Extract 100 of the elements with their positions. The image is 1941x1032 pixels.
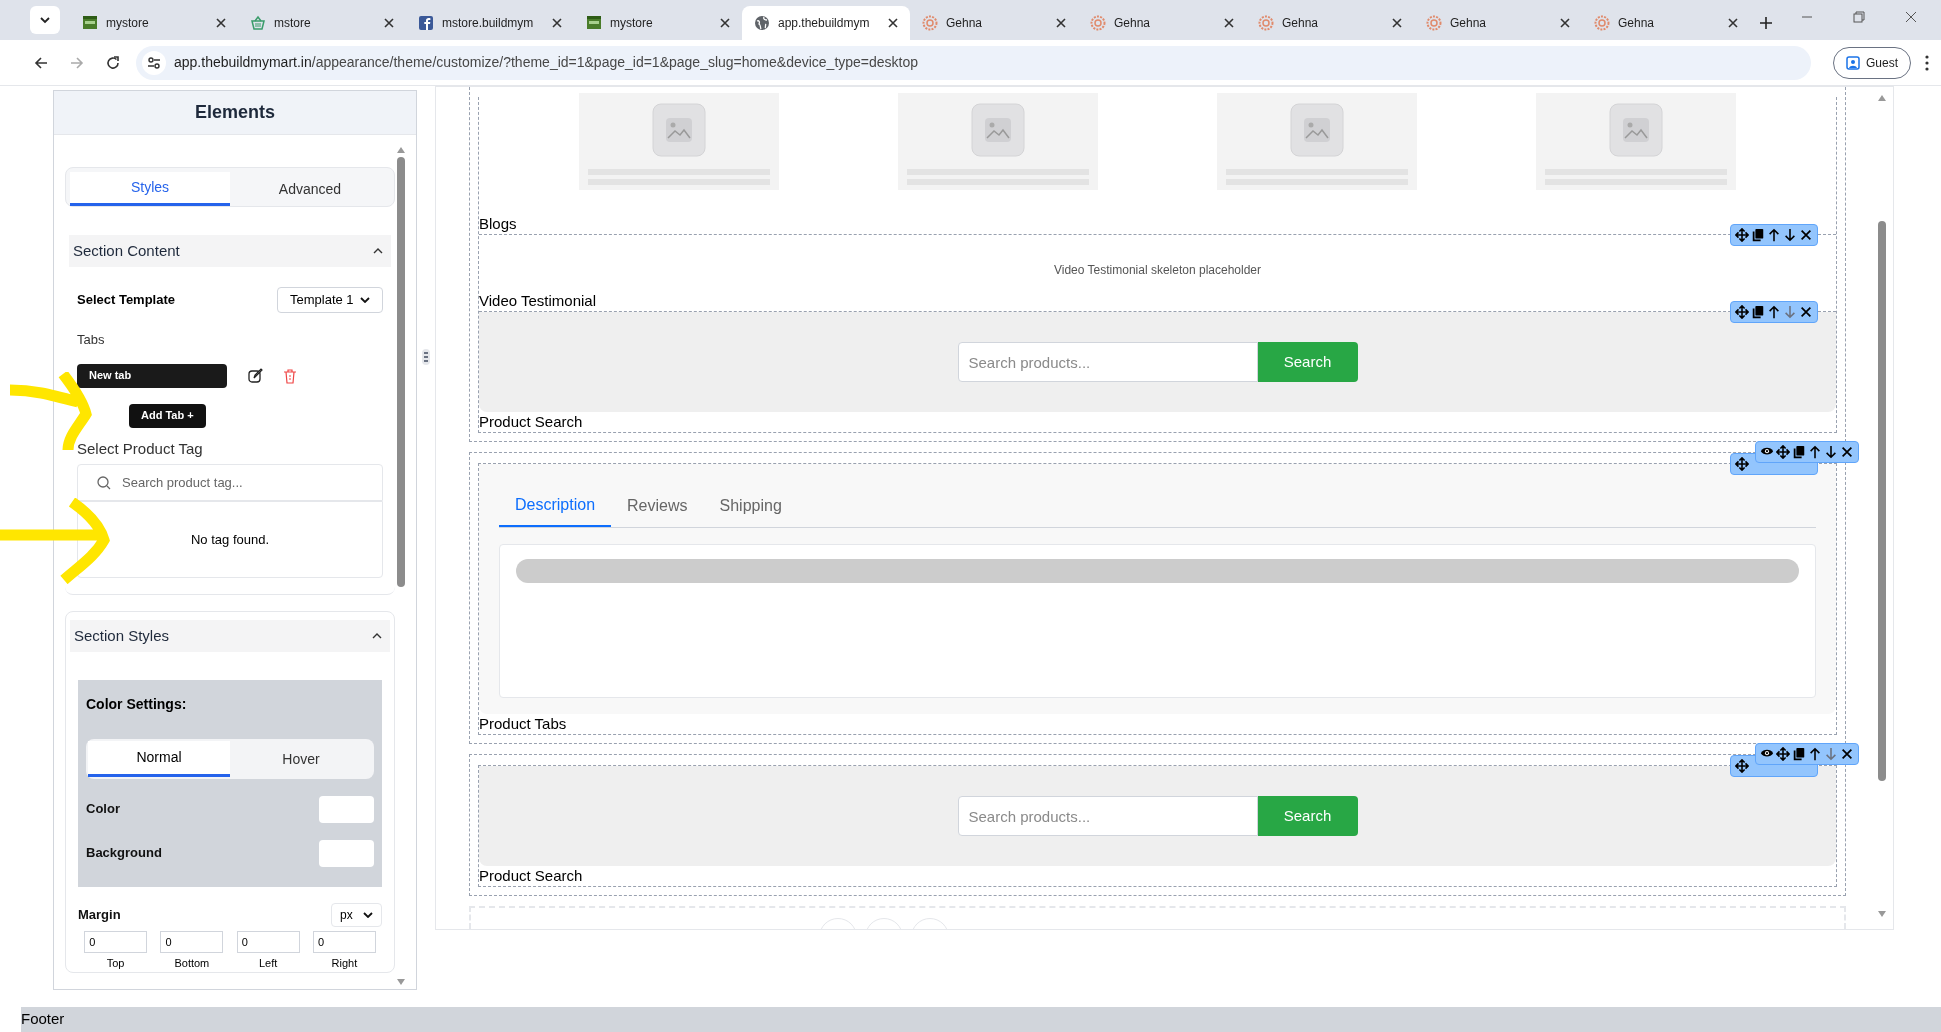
arrow-up-icon[interactable] [1808,445,1822,459]
field-label: Tabs [76,331,106,349]
color-swatch[interactable] [319,839,374,867]
close-icon[interactable] [1728,18,1738,28]
store-icon [82,15,98,31]
close-icon[interactable] [1799,228,1813,242]
sunburst-icon [1426,15,1442,31]
close-icon[interactable] [1392,18,1402,28]
close-icon[interactable] [1840,445,1854,459]
search-field[interactable]: Search product tag... [77,464,383,501]
image-icon [970,103,1025,157]
search-field[interactable]: Search products... [957,796,1258,836]
unit-select[interactable]: px [331,903,382,927]
template-select[interactable]: Template 1 [277,287,383,313]
move-icon[interactable] [1776,747,1790,761]
resize-handle[interactable] [422,348,430,365]
close-icon[interactable] [1905,11,1917,23]
field-label: Background [86,844,162,863]
section-header[interactable]: Section Styles [70,620,390,652]
move-icon[interactable] [1735,305,1749,319]
section-label: Product Search [479,866,583,886]
reload-icon[interactable] [106,55,120,70]
close-icon[interactable] [1840,747,1854,761]
arrow-up-icon[interactable] [1767,305,1781,319]
image-icon [1290,103,1345,157]
add-tab-button[interactable]: Add Tab + [129,403,206,428]
tab[interactable]: Normal [88,741,230,777]
globe-icon [754,15,770,31]
move-icon[interactable] [1735,228,1749,242]
scrollbar-thumb[interactable] [397,157,405,587]
scroll-up-icon [1878,95,1886,101]
move-icon[interactable] [1776,445,1790,459]
move-icon[interactable] [1735,457,1749,471]
edit-icon[interactable] [247,367,263,384]
browser-tab[interactable]: mstore.buildmym [406,6,574,40]
trash-icon[interactable] [283,367,297,384]
number-field[interactable]: 0 [236,931,300,953]
tab[interactable]: Description [499,484,612,527]
tab[interactable]: Advanced [230,172,390,206]
panel-title: Elements [54,91,416,135]
copy-icon[interactable] [1751,305,1765,319]
address-bar[interactable]: app.thebuildmymart.in/appearance/theme/customize/?theme_id=1&page_id=1&page_slug=home&device_type=desktop [136,45,1811,80]
search-field[interactable]: Search products... [957,342,1258,382]
sunburst-icon [1090,15,1106,31]
copy-icon[interactable] [1792,747,1806,761]
more-menu-icon[interactable] [1925,54,1929,71]
sunburst-icon [1258,15,1274,31]
facebook-icon [418,15,434,31]
site-settings-icon [147,55,161,70]
close-icon[interactable] [1560,18,1570,28]
arrow-up-icon[interactable] [1808,747,1822,761]
tab[interactable]: Reviews [611,484,704,527]
sunburst-icon [922,15,938,31]
browser-tab[interactable]: Gehna [1078,6,1246,40]
close-icon[interactable] [1224,18,1234,28]
browser-tab[interactable]: Gehna [910,6,1078,40]
back-icon[interactable] [34,55,48,70]
basket-icon [250,15,266,31]
scroll-up-icon [397,147,405,153]
field-label: Bottom [174,956,210,971]
color-swatch[interactable] [319,795,374,823]
browser-tab[interactable]: Gehna [1414,6,1582,40]
close-icon[interactable] [888,18,898,28]
browser-tab[interactable]: Gehna [1246,6,1414,40]
browser-tab[interactable]: mystore [574,6,742,40]
section-label: Product Tabs [479,714,567,734]
new-tab-icon[interactable] [1760,17,1772,29]
browser-tab[interactable]: app.thebuildmym [742,6,910,40]
arrow-up-icon[interactable] [1767,228,1781,242]
copy-icon[interactable] [1751,228,1765,242]
field-label: Margin [78,906,121,925]
copy-icon[interactable] [1792,445,1806,459]
scroll-down-icon [1878,911,1886,917]
number-field[interactable]: 0 [160,931,224,953]
chevron-up-icon [372,633,382,639]
close-icon[interactable] [216,18,226,28]
tab[interactable]: Styles [70,172,230,206]
tab-list-button[interactable] [30,6,60,34]
close-icon[interactable] [1799,305,1813,319]
tab-item[interactable]: New tab [77,363,227,388]
close-icon[interactable] [384,18,394,28]
browser-tab[interactable]: mstore [238,6,406,40]
arrow-down-icon[interactable] [1824,445,1838,459]
close-icon[interactable] [552,18,562,28]
close-icon[interactable] [720,18,730,28]
chevron-down-icon [360,297,370,303]
tab[interactable]: Hover [230,741,372,777]
close-icon[interactable] [1056,18,1066,28]
number-field[interactable]: 0 [312,931,376,953]
move-icon[interactable] [1735,759,1749,773]
scrollbar-thumb[interactable] [1878,221,1886,781]
section-header[interactable]: Section Content [69,235,391,267]
section-label: Product Search [479,412,583,432]
tab[interactable]: Shipping [703,484,798,527]
browser-tab[interactable]: Gehna [1582,6,1750,40]
arrow-down-icon[interactable] [1783,228,1797,242]
field-label: Right [331,956,358,971]
number-field[interactable]: 0 [84,931,148,953]
browser-tab[interactable]: mystore [70,6,238,40]
restore-icon[interactable] [1853,11,1865,23]
